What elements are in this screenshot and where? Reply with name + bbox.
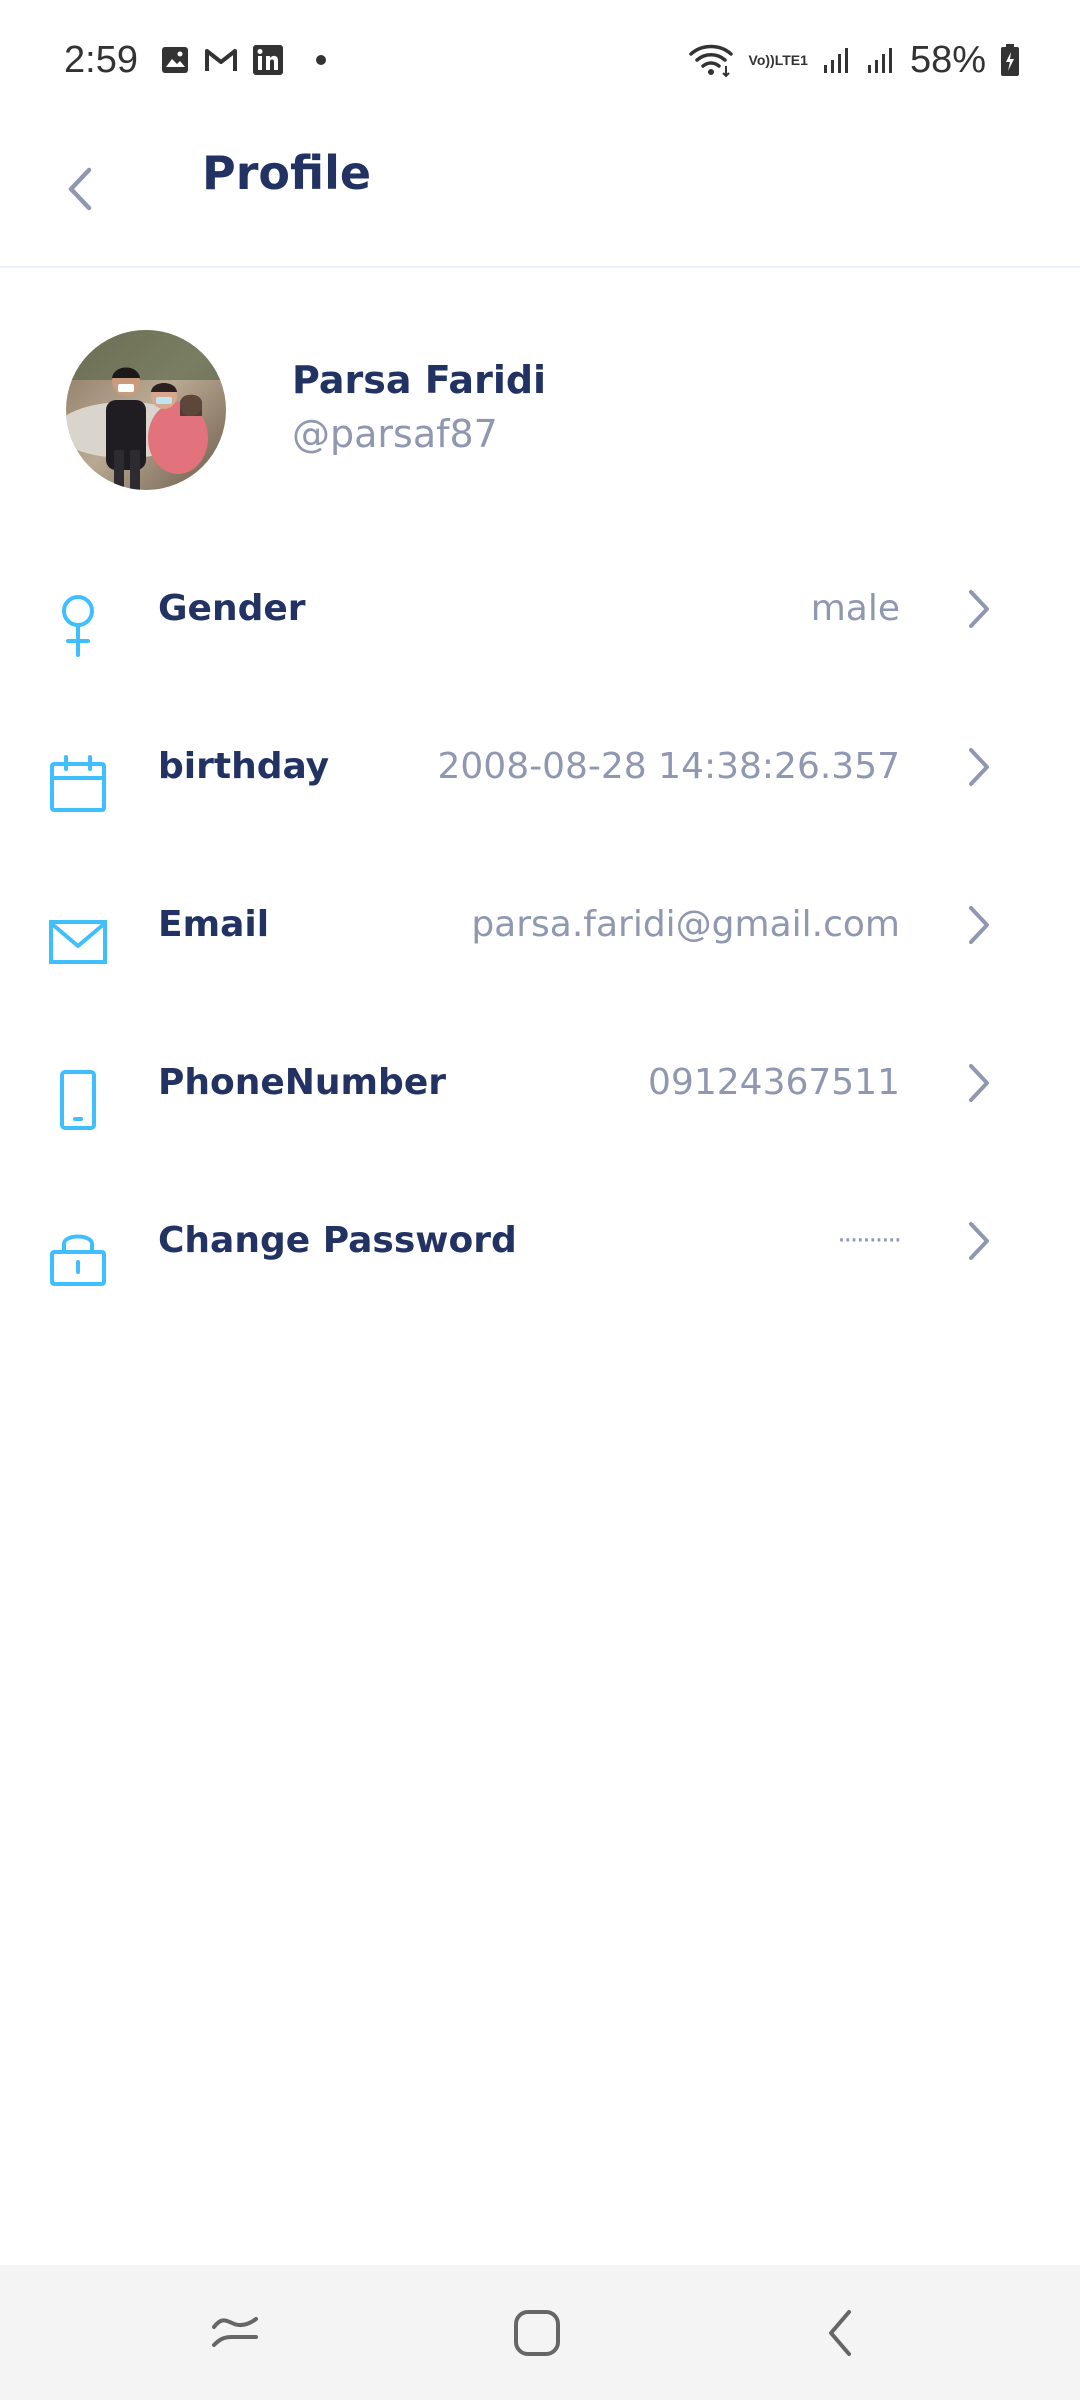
gender-value: male — [810, 588, 900, 629]
chevron-right-icon — [956, 585, 1002, 633]
back-button[interactable] — [50, 144, 110, 234]
gmail-icon — [204, 46, 238, 74]
gender-label: Gender — [158, 588, 306, 629]
email-row[interactable]: Email parsa.faridi@gmail.com — [0, 861, 1080, 1019]
back-icon — [829, 2310, 851, 2356]
change-password-label: Change Password — [158, 1220, 517, 1261]
gallery-icon — [160, 45, 190, 75]
lock-icon — [44, 1225, 112, 1291]
status-bar-left: 2:59 — [64, 39, 326, 82]
home-button[interactable] — [497, 2293, 577, 2373]
chevron-right-icon — [956, 743, 1002, 791]
status-time: 2:59 — [64, 38, 138, 81]
change-password-row[interactable]: Change Password ·········· — [0, 1177, 1080, 1335]
volte-label-bottom: LTE1 — [774, 52, 808, 68]
smartphone-icon — [44, 1067, 112, 1133]
phone-number-value: 09124367511 — [648, 1062, 900, 1103]
user-name: Parsa Faridi — [292, 358, 547, 402]
volte-label-top: Vo)) — [748, 52, 775, 68]
phone-number-row[interactable]: PhoneNumber 09124367511 — [0, 1019, 1080, 1177]
calendar-icon — [44, 751, 112, 817]
chevron-right-icon — [956, 1059, 1002, 1107]
recent-apps-button[interactable] — [195, 2293, 275, 2373]
status-bar-right: Vo)) LTE1 58% — [687, 39, 1020, 82]
birthday-row[interactable]: birthday 2008-08-28 14:38:26.357 — [0, 703, 1080, 861]
volte-icon: Vo)) LTE1 — [749, 53, 808, 67]
signal-icon — [822, 45, 852, 75]
app-header: Profile — [0, 120, 1080, 268]
wifi-icon — [687, 42, 735, 78]
system-navigation-bar — [0, 2265, 1080, 2400]
password-masked-value: ·········· — [837, 1226, 902, 1256]
profile-settings-list: Gender male birthday 2008-08-28 14:38:26… — [0, 545, 1080, 1335]
mail-icon — [44, 909, 112, 975]
chevron-right-icon — [956, 1217, 1002, 1265]
page-title: Profile — [202, 146, 372, 200]
avatar[interactable] — [66, 330, 226, 490]
status-bar: 2:59 Vo)) LTE1 58% — [0, 0, 1080, 120]
chevron-left-icon — [68, 167, 92, 211]
chevron-right-icon — [956, 901, 1002, 949]
phone-number-label: PhoneNumber — [158, 1062, 446, 1103]
battery-icon — [1000, 43, 1020, 77]
system-back-button[interactable] — [800, 2293, 880, 2373]
email-label: Email — [158, 904, 270, 945]
birthday-label: birthday — [158, 746, 330, 787]
email-value: parsa.faridi@gmail.com — [471, 904, 900, 945]
notification-dot — [315, 55, 326, 65]
recent-apps-icon — [212, 2317, 258, 2347]
home-icon — [514, 2310, 560, 2356]
female-symbol-icon — [44, 593, 112, 659]
battery-percent: 58% — [909, 38, 986, 81]
user-handle: @parsaf87 — [292, 412, 498, 456]
signal-icon — [866, 45, 896, 75]
gender-row[interactable]: Gender male — [0, 545, 1080, 703]
birthday-value: 2008-08-28 14:38:26.357 — [437, 746, 901, 787]
profile-card[interactable]: Parsa Faridi @parsaf87 — [0, 330, 1080, 490]
linkedin-icon — [252, 44, 284, 76]
